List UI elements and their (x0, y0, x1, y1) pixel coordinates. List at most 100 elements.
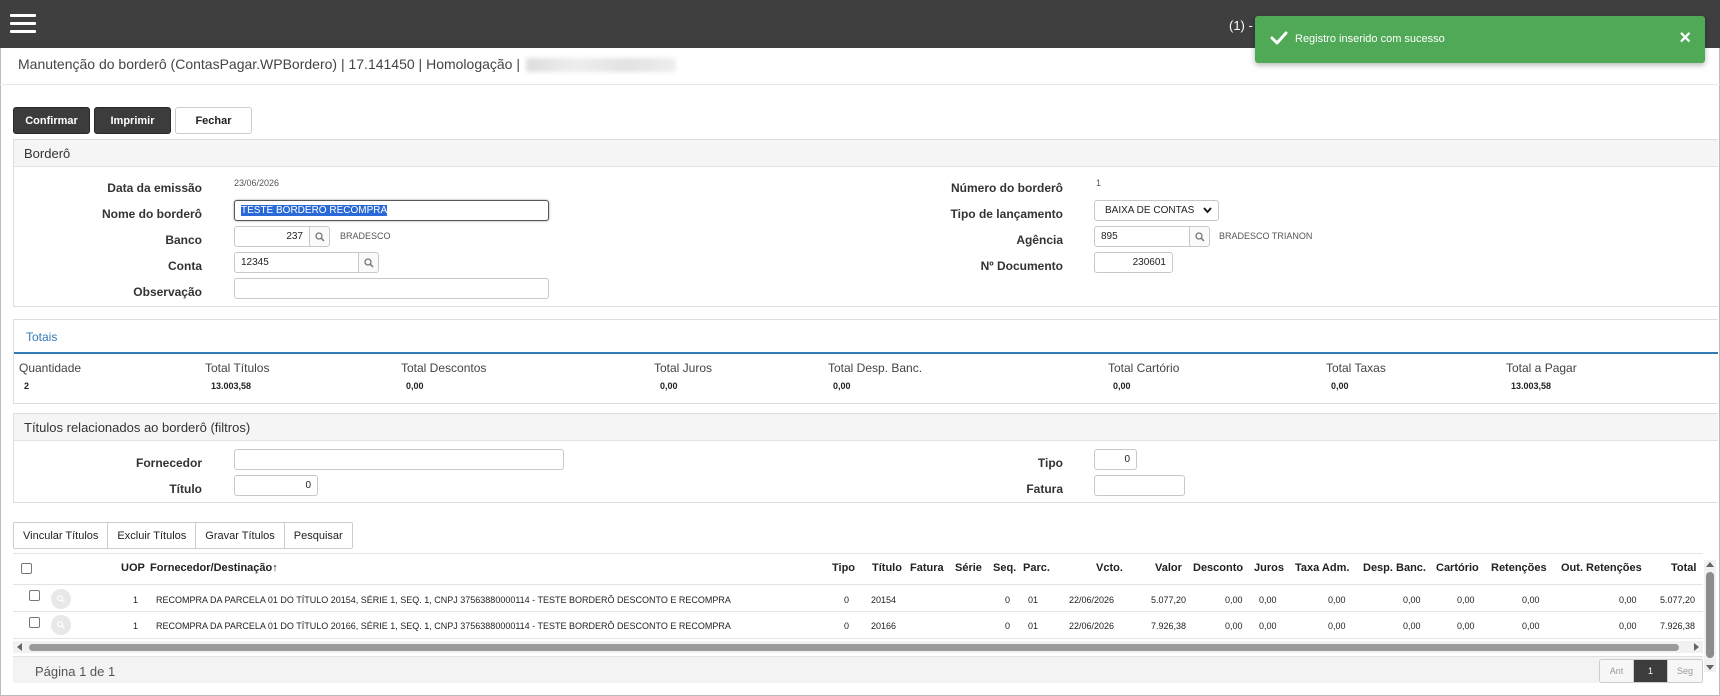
documento-input[interactable]: 230601 (1094, 252, 1173, 273)
redacted-user (525, 58, 676, 73)
cell-vcto: 22/06/2026 (1069, 595, 1115, 605)
confirm-button[interactable]: Confirmar (13, 107, 90, 134)
search-icon (315, 232, 325, 242)
agencia-lookup-button[interactable] (1190, 226, 1210, 247)
row-divider (13, 638, 1703, 639)
total-value: 0,00 (1113, 381, 1131, 391)
banco-input[interactable]: 237 (234, 226, 310, 247)
banco-nome: BRADESCO (340, 231, 391, 241)
cell-parc: 01 (1028, 595, 1039, 605)
column-header-out-retencoes[interactable]: Out. Retenções (1561, 562, 1642, 574)
horizontal-scroll-thumb[interactable] (29, 644, 1679, 651)
column-header-taxa-adm[interactable]: Taxa Adm. (1295, 562, 1349, 574)
column-header-titulo[interactable]: Título (872, 562, 902, 574)
horizontal-scrollbar[interactable] (13, 641, 1703, 653)
pesquisar-button[interactable]: Pesquisar (284, 523, 352, 548)
row-view-button[interactable] (51, 615, 71, 635)
cell-retencoes: 0,00 (1522, 595, 1540, 605)
vertical-scrollbar[interactable] (1704, 560, 1716, 672)
close-icon[interactable]: × (1679, 28, 1691, 48)
cell-out-retencoes: 0,00 (1619, 595, 1637, 605)
nome-bordero-input[interactable]: TESTE BORDERÔ RECOMPRA (234, 200, 549, 221)
observacao-input[interactable] (234, 278, 549, 299)
cell-uop: 1 (133, 621, 139, 631)
column-header-total[interactable]: Total (1671, 562, 1696, 574)
close-button[interactable]: Fechar (175, 107, 252, 134)
pagination-info: Página 1 de 1 (35, 664, 116, 679)
page-1-button[interactable]: 1 (1634, 660, 1668, 682)
select-all-checkbox[interactable] (21, 563, 32, 574)
fornecedor-input[interactable] (234, 449, 564, 470)
search-icon (364, 258, 374, 268)
conta-input[interactable]: 12345 (234, 252, 359, 273)
vincular-titulos-button[interactable]: Vincular Títulos (14, 523, 109, 548)
column-header-fornecedor[interactable]: Fornecedor/Destinação↑ (150, 562, 278, 574)
success-toast: Registro inserido com sucesso × (1255, 16, 1705, 63)
sort-asc-icon: ↑ (272, 562, 278, 574)
column-header-uop[interactable]: UOP (121, 562, 145, 574)
total-label: Total Cartório (1108, 361, 1180, 375)
nome-bordero-label: Nome do borderô (101, 207, 202, 221)
search-icon (57, 595, 65, 603)
column-header-desp-banc[interactable]: Desp. Banc. (1363, 562, 1426, 574)
next-page-button[interactable]: Seg (1668, 660, 1702, 682)
row-divider (13, 611, 1703, 612)
column-header-retencoes[interactable]: Retenções (1491, 562, 1547, 574)
menu-icon[interactable] (10, 14, 36, 34)
grid-header-border (13, 584, 1703, 585)
cell-vcto: 22/06/2026 (1069, 621, 1115, 631)
cell-taxa-adm: 0,00 (1328, 621, 1346, 631)
agencia-nome: BRADESCO TRIANON (1219, 231, 1313, 241)
column-header-fatura[interactable]: Fatura (910, 562, 944, 574)
vertical-scroll-thumb[interactable] (1706, 572, 1714, 658)
tipo-lancamento-select[interactable]: BAIXA DE CONTAS (1094, 200, 1219, 221)
tipo-input[interactable]: 0 (1094, 449, 1137, 470)
scroll-down-icon[interactable] (1706, 665, 1714, 670)
data-emissao-value: 23/06/2026 (234, 178, 280, 188)
page-title-text: Manutenção do borderô (ContasPagar.WPBor… (18, 56, 524, 72)
cell-total: 5.077,20 (1660, 595, 1696, 605)
titulo-input[interactable]: 0 (234, 475, 318, 496)
conta-lookup-button[interactable] (359, 252, 379, 273)
banco-lookup-button[interactable] (310, 226, 330, 247)
column-header-seq[interactable]: Seq. (993, 562, 1016, 574)
agencia-input[interactable]: 895 (1094, 226, 1190, 247)
grid-footer: Página 1 de 1 Ant 1 Seg (13, 656, 1703, 683)
page-title: Manutenção do borderô (ContasPagar.WPBor… (18, 56, 676, 73)
row-view-button[interactable] (51, 589, 71, 609)
prev-page-button[interactable]: Ant (1600, 660, 1634, 682)
scroll-right-icon[interactable] (1694, 643, 1699, 651)
total-value: 0,00 (660, 381, 678, 391)
scroll-up-icon[interactable] (1706, 562, 1714, 567)
total-label: Total Descontos (401, 361, 487, 375)
notification-counter[interactable]: (1) - (1229, 18, 1253, 33)
column-header-valor[interactable]: Valor (1155, 562, 1182, 574)
total-value: 2 (24, 381, 30, 391)
row-checkbox[interactable] (29, 590, 40, 601)
gravar-titulos-button[interactable]: Gravar Títulos (196, 523, 285, 548)
cell-seq: 0 (1005, 621, 1011, 631)
cell-out-retencoes: 0,00 (1619, 621, 1637, 631)
total-value: 13.003,58 (211, 381, 252, 391)
fatura-input[interactable] (1094, 475, 1185, 496)
column-header-juros[interactable]: Juros (1254, 562, 1284, 574)
column-header-tipo[interactable]: Tipo (832, 562, 855, 574)
column-header-fornecedor-label: Fornecedor/Destinação (150, 562, 273, 574)
total-label: Total Desp. Banc. (828, 361, 923, 375)
cell-retencoes: 0,00 (1522, 621, 1540, 631)
print-button[interactable]: Imprimir (94, 107, 171, 134)
column-header-vcto[interactable]: Vcto. (1096, 562, 1123, 574)
column-header-serie[interactable]: Série (955, 562, 982, 574)
cell-desp-banc: 0,00 (1403, 621, 1421, 631)
scroll-left-icon[interactable] (17, 643, 22, 651)
cell-tipo: 0 (844, 595, 850, 605)
column-header-cartorio[interactable]: Cartório (1436, 562, 1479, 574)
column-header-desconto[interactable]: Desconto (1193, 562, 1243, 574)
column-header-parc[interactable]: Parc. (1023, 562, 1050, 574)
nome-bordero-value: TESTE BORDERÔ RECOMPRA (241, 205, 388, 216)
excluir-titulos-button[interactable]: Excluir Títulos (108, 523, 197, 548)
chevron-down-icon (1203, 207, 1212, 214)
tipo-lancamento-value: BAIXA DE CONTAS (1105, 205, 1195, 216)
row-checkbox[interactable] (29, 617, 40, 628)
cell-fornecedor: RECOMPRA DA PARCELA 01 DO TÍTULO 20154, … (156, 595, 731, 605)
